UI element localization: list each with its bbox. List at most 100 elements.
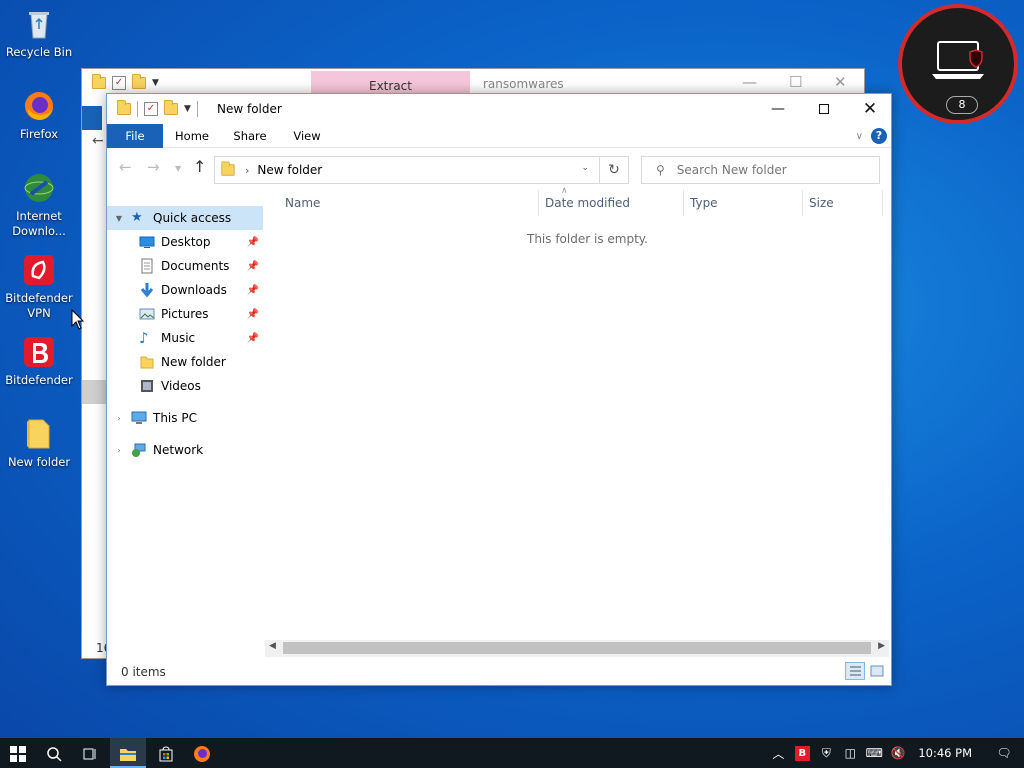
- start-button[interactable]: [0, 738, 36, 768]
- tab-view[interactable]: View: [283, 124, 331, 148]
- nav-quick-access[interactable]: ▼ ★ Quick access: [107, 206, 263, 230]
- chevron-down-icon[interactable]: ▼: [107, 214, 131, 223]
- selected-nav-item[interactable]: [82, 380, 106, 404]
- window-title: New folder: [217, 102, 282, 116]
- new-folder-button[interactable]: [164, 100, 178, 115]
- nav-label: This PC: [153, 411, 197, 425]
- desktop-icon-label: Bitdefender VPN: [5, 291, 73, 320]
- column-size[interactable]: Size: [809, 196, 834, 210]
- close-button[interactable]: ✕: [834, 73, 847, 91]
- refresh-button[interactable]: ↻: [599, 156, 629, 184]
- chevron-right-icon[interactable]: ›: [107, 446, 131, 455]
- nav-videos[interactable]: Videos: [107, 374, 263, 398]
- search-button[interactable]: [36, 738, 72, 768]
- desktop-icon-bitdefender[interactable]: Bitdefender: [4, 334, 74, 388]
- desktop-icon-internet-download-manager[interactable]: Internet Downlo...: [4, 170, 74, 239]
- desktop-icon-new-folder[interactable]: New folder: [4, 416, 74, 470]
- nav-network[interactable]: › Network: [107, 438, 263, 462]
- star-icon: ★: [131, 210, 143, 225]
- column-divider[interactable]: [683, 190, 684, 216]
- address-path[interactable]: New folder: [257, 163, 322, 177]
- search-input[interactable]: ⚲ Search New folder: [641, 156, 880, 184]
- forward-button[interactable]: →: [147, 158, 160, 176]
- file-tab[interactable]: [82, 106, 102, 130]
- scrollbar-thumb[interactable]: [283, 642, 871, 654]
- explorer-window[interactable]: ✓ ▼ New folder — ✕ File Home Share View …: [106, 93, 892, 686]
- show-hidden-icons-button[interactable]: ︿: [766, 745, 790, 762]
- taskbar-firefox[interactable]: [184, 738, 220, 768]
- system-tray: ︿ B ⛨ ◫ ⌨ 🔇 10:46 PM 🗨: [766, 738, 1024, 768]
- desktop-icon-bitdefender-vpn[interactable]: Bitdefender VPN: [4, 252, 74, 321]
- column-type[interactable]: Type: [690, 196, 718, 210]
- volume-muted-icon[interactable]: 🔇: [886, 746, 910, 760]
- desktop-icon-firefox[interactable]: Firefox: [4, 88, 74, 142]
- column-date-modified[interactable]: Date modified: [545, 196, 630, 210]
- bitdefender-widget[interactable]: 8: [898, 4, 1018, 124]
- nav-downloads[interactable]: Downloads 📌: [107, 278, 263, 302]
- address-row: ← → ▼ ↑ › New folder ⌄ ↻ ⚲ Search New fo…: [107, 148, 891, 190]
- up-button[interactable]: ↑: [193, 157, 206, 176]
- scroll-right-icon[interactable]: ▶: [878, 641, 885, 651]
- desktop-icon-recycle-bin[interactable]: Recycle Bin: [4, 6, 74, 60]
- nav-label: Documents: [161, 259, 230, 273]
- window-titlebar[interactable]: ✓ ▼ New folder — ✕: [107, 94, 891, 124]
- nav-documents[interactable]: Documents 📌: [107, 254, 263, 278]
- back-arrow-icon[interactable]: ←: [92, 133, 104, 149]
- column-divider[interactable]: [802, 190, 803, 216]
- address-history-dropdown[interactable]: ⌄: [581, 163, 589, 173]
- pin-icon[interactable]: 📌: [247, 237, 259, 248]
- details-view-button[interactable]: [845, 662, 865, 680]
- videos-icon: [139, 378, 155, 394]
- pin-icon[interactable]: 📌: [247, 309, 259, 320]
- nav-this-pc[interactable]: › This PC: [107, 406, 263, 430]
- nav-label: Desktop: [161, 235, 211, 249]
- column-divider[interactable]: [538, 190, 539, 216]
- status-bar: 0 items: [107, 657, 891, 685]
- expand-ribbon-button[interactable]: ∨: [856, 131, 863, 142]
- search-icon: ⚲: [656, 163, 665, 177]
- chevron-right-icon[interactable]: ›: [107, 414, 131, 423]
- help-button[interactable]: ?: [871, 128, 887, 144]
- maximize-button[interactable]: ☐: [789, 73, 802, 91]
- recent-locations-button[interactable]: ▼: [175, 164, 181, 173]
- maximize-icon: [819, 104, 829, 114]
- bitdefender-tray-icon[interactable]: B: [790, 745, 814, 761]
- firefox-icon: [21, 88, 57, 124]
- network-icon: [131, 442, 147, 458]
- clock[interactable]: 10:46 PM: [918, 746, 972, 760]
- network-status-icon[interactable]: ⌨: [862, 746, 886, 760]
- nav-pictures[interactable]: Pictures 📌: [107, 302, 263, 326]
- security-shield-icon[interactable]: ⛨: [814, 746, 838, 761]
- address-bar[interactable]: › New folder ⌄: [214, 156, 600, 184]
- column-name[interactable]: Name: [285, 196, 320, 210]
- taskbar-file-explorer[interactable]: [110, 738, 146, 768]
- meet-now-icon[interactable]: ◫: [838, 746, 862, 760]
- large-icons-view-button[interactable]: [867, 662, 887, 680]
- column-divider[interactable]: [882, 190, 883, 216]
- tab-file[interactable]: File: [107, 124, 163, 148]
- column-headers: ∧ Name Date modified Type Size: [265, 186, 883, 216]
- tab-home[interactable]: Home: [167, 124, 217, 148]
- nav-music[interactable]: ♪ Music 📌: [107, 326, 263, 350]
- back-button[interactable]: ←: [119, 158, 132, 176]
- nav-label: Downloads: [161, 283, 227, 297]
- properties-button[interactable]: ✓: [144, 102, 158, 116]
- close-button[interactable]: ✕: [847, 94, 893, 124]
- nav-desktop[interactable]: Desktop 📌: [107, 230, 263, 254]
- minimize-button[interactable]: —: [755, 94, 801, 124]
- notifications-icon[interactable]: 🗨: [992, 746, 1016, 760]
- scroll-left-icon[interactable]: ◀: [269, 641, 276, 651]
- maximize-button[interactable]: [801, 94, 847, 124]
- pin-icon[interactable]: 📌: [247, 261, 259, 272]
- task-view-button[interactable]: [72, 738, 108, 768]
- horizontal-scrollbar[interactable]: ◀ ▶: [265, 640, 889, 657]
- pin-icon[interactable]: 📌: [247, 285, 259, 296]
- sort-indicator-icon: ∧: [561, 186, 568, 196]
- nav-new-folder[interactable]: New folder: [107, 350, 263, 374]
- customize-quick-access-button[interactable]: ▼: [184, 104, 191, 114]
- taskbar-store[interactable]: [148, 738, 184, 768]
- tab-share[interactable]: Share: [225, 124, 275, 148]
- minimize-button[interactable]: —: [742, 73, 757, 91]
- chevron-right-icon[interactable]: ›: [245, 164, 249, 177]
- pin-icon[interactable]: 📌: [247, 333, 259, 344]
